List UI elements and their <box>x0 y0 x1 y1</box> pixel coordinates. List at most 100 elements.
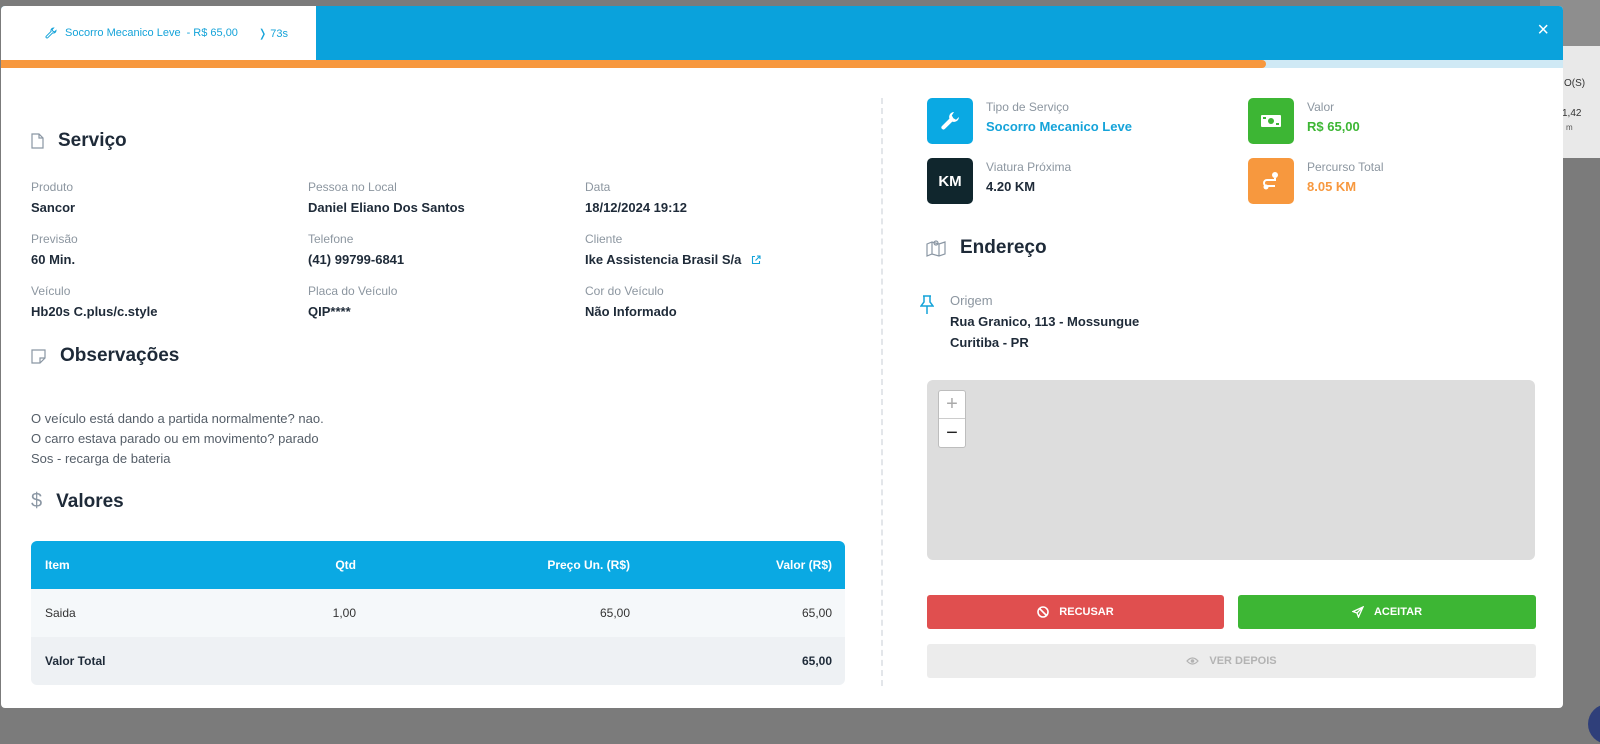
endereco-title: Endereço <box>960 237 1047 258</box>
observacoes-section-title: Observações <box>31 345 179 367</box>
field-value: Ike Assistencia Brasil S/a <box>585 252 761 267</box>
ver-depois-label: VER DEPOIS <box>1209 655 1277 667</box>
field-placa: Placa do Veículo QIP**** <box>308 284 397 319</box>
aceitar-label: ACEITAR <box>1373 606 1423 618</box>
valores-section-title: $ Valores <box>31 490 124 513</box>
field-label: Previsão <box>31 232 78 246</box>
header-service-tab: Socorro Mecanico Leve - R$ 65,00 ❭ 73s <box>1 6 316 60</box>
zoom-out-button[interactable]: − <box>939 419 965 447</box>
field-value: Daniel Eliano Dos Santos <box>308 200 465 215</box>
external-link-icon[interactable] <box>751 254 761 265</box>
eye-icon <box>1186 656 1200 666</box>
cell-preco: 65,00 <box>599 606 630 620</box>
header-timer: ❭ 73s <box>258 27 288 40</box>
column-divider <box>881 98 883 686</box>
field-label: Cor do Veículo <box>585 284 664 298</box>
recusar-button[interactable]: RECUSAR <box>927 595 1224 629</box>
field-label: Telefone <box>308 232 354 246</box>
field-label: Pessoa no Local <box>308 180 397 194</box>
header-service-name: Socorro Mecanico Leve <box>65 27 181 39</box>
km-icon: KM <box>927 158 973 204</box>
stat-viatura-proxima: KM Viatura Próxima 4.20 KM <box>927 158 1071 204</box>
timer-progress-bar <box>1 60 1563 68</box>
background-text: m <box>1566 123 1573 132</box>
stat-value: Socorro Mecanico Leve <box>986 119 1132 134</box>
field-value: (41) 99799-6841 <box>308 252 405 267</box>
field-value: Não Informado <box>585 304 677 319</box>
cell-qtd: 1,00 <box>332 606 356 620</box>
field-label: Produto <box>31 180 74 194</box>
valores-title: Valores <box>56 490 124 512</box>
timer-progress-fill <box>1 60 1267 68</box>
servico-section-title: Serviço <box>31 130 127 152</box>
pin-icon <box>919 295 935 350</box>
field-value: Sancor <box>31 200 76 215</box>
total-value: 65,00 <box>801 654 832 668</box>
wrench-icon <box>45 27 57 39</box>
field-label: Veículo <box>31 284 71 298</box>
column-header-valor: Valor (R$) <box>775 558 832 572</box>
field-produto: Produto Sancor <box>31 180 75 215</box>
cliente-name: Ike Assistencia Brasil S/a <box>585 252 742 267</box>
field-value: QIP**** <box>308 304 351 319</box>
observacao-line: O carro estava parado ou em movimento? p… <box>31 431 319 446</box>
field-telefone: Telefone (41) 99799-6841 <box>308 232 404 267</box>
cell-valor: 65,00 <box>801 606 832 620</box>
cell-item: Saida <box>45 606 76 620</box>
modal-header: Socorro Mecanico Leve - R$ 65,00 ❭ 73s × <box>1 6 1563 60</box>
endereco-origem: Origem Rua Granico, 113 - Mossungue Curi… <box>919 293 1140 350</box>
stat-label: Valor <box>1307 100 1335 114</box>
stat-value: 8.05 KM <box>1307 179 1357 194</box>
field-label: Data <box>585 180 611 194</box>
zoom-in-button[interactable]: + <box>939 391 965 419</box>
aceitar-button[interactable]: ACEITAR <box>1238 595 1536 629</box>
stat-tipo-servico: Tipo de Serviço Socorro Mecanico Leve <box>927 98 1132 144</box>
paper-plane-icon <box>1351 606 1364 618</box>
dollar-icon: $ <box>31 490 43 512</box>
table-header-row: Item Qtd Preço Un. (R$) Valor (R$) <box>31 541 845 589</box>
field-label: Cliente <box>585 232 623 246</box>
stat-valor: Valor R$ 65,00 <box>1248 98 1360 144</box>
stat-value: 4.20 KM <box>986 179 1036 194</box>
timer-value: 73s <box>270 27 288 40</box>
map[interactable]: + − <box>927 380 1535 560</box>
observacoes-text: O veículo está dando a partida normalmen… <box>31 409 324 469</box>
ban-icon <box>1037 606 1050 618</box>
field-veiculo: Veículo Hb20s C.plus/c.style <box>31 284 157 319</box>
total-label: Valor Total <box>45 654 106 668</box>
stat-percurso-total: Percurso Total 8.05 KM <box>1248 158 1383 204</box>
timer-icon: ❭ <box>257 27 268 40</box>
background-text: O(S) <box>1564 78 1586 89</box>
origem-label: Origem <box>950 293 993 308</box>
money-icon <box>1248 98 1294 144</box>
stat-label: Tipo de Serviço <box>986 100 1069 114</box>
recusar-label: RECUSAR <box>1059 606 1114 618</box>
observacoes-title: Observações <box>60 345 180 366</box>
route-icon <box>1248 158 1294 204</box>
ver-depois-button[interactable]: VER DEPOIS <box>927 644 1536 678</box>
stat-label: Viatura Próxima <box>986 160 1072 174</box>
field-cor: Cor do Veículo Não Informado <box>585 284 677 319</box>
map-zoom-control: + − <box>938 390 966 448</box>
field-value: 60 Min. <box>31 252 76 267</box>
column-header-preco: Preço Un. (R$) <box>547 558 630 572</box>
map-icon <box>926 239 946 257</box>
column-header-item: Item <box>45 558 70 572</box>
table-row: Saida 1,00 65,00 65,00 <box>31 589 845 637</box>
stat-label: Percurso Total <box>1307 160 1384 174</box>
valores-table: Item Qtd Preço Un. (R$) Valor (R$) Saida… <box>31 541 845 685</box>
observacao-line: Sos - recarga de bateria <box>31 451 171 466</box>
header-service-price: - R$ 65,00 <box>186 27 238 39</box>
sticky-note-icon <box>31 348 46 364</box>
table-total-row: Valor Total 65,00 <box>31 637 845 685</box>
servico-title: Serviço <box>58 130 127 151</box>
origem-address-line: Rua Granico, 113 - Mossungue <box>950 314 1140 329</box>
origem-city-line: Curitiba - PR <box>950 335 1029 350</box>
close-icon[interactable]: × <box>1537 20 1549 40</box>
document-icon <box>31 133 44 149</box>
endereco-section-title: Endereço <box>926 237 1047 259</box>
field-pessoa-no-local: Pessoa no Local Daniel Eliano Dos Santos <box>308 180 465 215</box>
stat-value: R$ 65,00 <box>1307 119 1360 134</box>
field-data: Data 18/12/2024 19:12 <box>585 180 687 215</box>
observacao-line: O veículo está dando a partida normalmen… <box>31 411 324 426</box>
